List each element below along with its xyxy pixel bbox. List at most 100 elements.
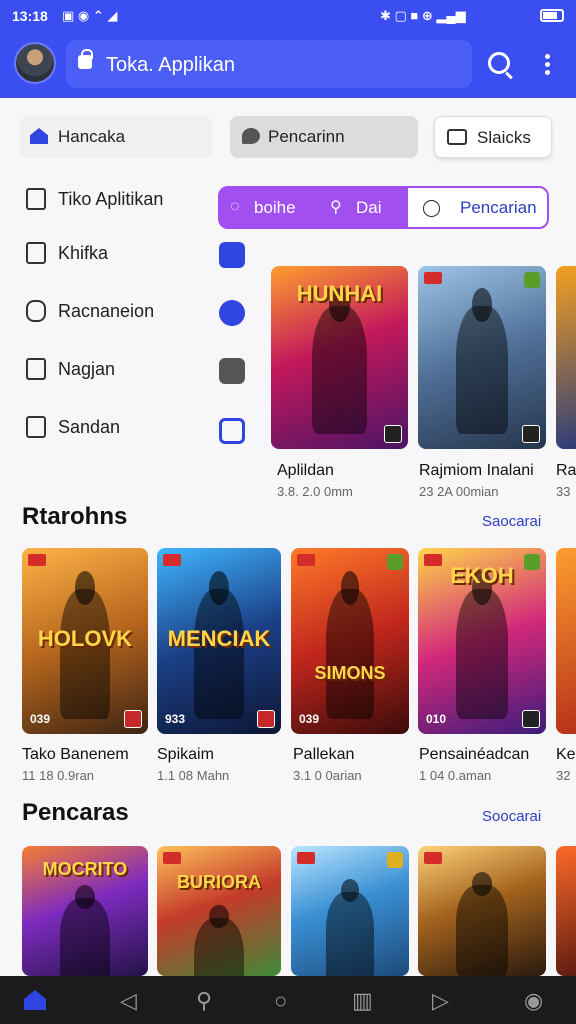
game-sub: 1 04 0.aman: [419, 768, 492, 783]
tag-icon: [26, 416, 46, 438]
game-title: Pensainéadcan: [419, 746, 530, 763]
play-icon[interactable]: ▷: [432, 988, 449, 1014]
status-bar: 13:18 ▣ ◉ ⌃ ◢ ✱ ▢ ■ ⊕ ▂▄▆: [0, 0, 576, 32]
game-card[interactable]: EKOH 010: [418, 548, 546, 734]
sidebar-item-label: Racnaneion: [58, 301, 155, 321]
library-icon[interactable]: ▥: [352, 988, 373, 1014]
home-icon[interactable]: [24, 990, 46, 1010]
game-card[interactable]: [291, 846, 409, 976]
featured-card[interactable]: HUNHAI: [271, 266, 408, 449]
game-logo: HOLOVK: [37, 626, 133, 652]
game-card[interactable]: MOCRITO: [22, 846, 148, 976]
game-art: [312, 288, 367, 435]
window-icon: [447, 129, 467, 145]
section-title: Rtarohns: [22, 503, 128, 530]
battery-icon: [540, 9, 564, 22]
square-icon: [26, 358, 46, 380]
badge-icon: [297, 852, 315, 864]
search-icon[interactable]: [488, 52, 510, 74]
sidebar-item-label: Nagjan: [58, 359, 116, 379]
game-logo: MENCIAK: [167, 626, 271, 652]
person-icon: ⚲: [330, 199, 342, 216]
chat-icon: ◯: [422, 198, 442, 217]
chat-bubble-icon[interactable]: [219, 242, 245, 268]
share-icon[interactable]: [219, 418, 245, 444]
badge-icon: [163, 554, 181, 566]
see-more-link[interactable]: Saocarai: [482, 513, 541, 530]
open-icon: [384, 425, 402, 443]
search-icon[interactable]: ⚲: [196, 988, 212, 1014]
chip-label: Hancaka: [58, 127, 126, 146]
game-art: [456, 570, 508, 720]
game-card[interactable]: [556, 846, 576, 976]
share-icon: [26, 242, 46, 264]
game-logo: SIMONS: [314, 663, 386, 684]
see-more-link[interactable]: Soocarai: [482, 808, 541, 825]
back-icon[interactable]: ◁: [120, 988, 137, 1014]
game-art: [194, 570, 244, 720]
game-sub: 3.1 0 0arian: [293, 768, 362, 783]
game-title: Spikaim: [157, 746, 214, 763]
card-number: 039: [30, 712, 51, 726]
tab-pencarian[interactable]: ◯ Pencarian: [408, 188, 547, 227]
featured-sub: 33: [556, 484, 571, 499]
search-bar[interactable]: Toka. Applikan: [66, 40, 472, 88]
notification-icon: ▣ ◉ ⌃ ◢: [62, 8, 118, 23]
game-card[interactable]: MENCIAK 933: [157, 548, 281, 734]
featured-card[interactable]: [556, 266, 576, 449]
game-art: [326, 570, 374, 720]
share-icon: [26, 188, 46, 210]
game-title: Tako Banenem: [22, 746, 129, 763]
game-logo: MOCRITO: [42, 859, 128, 879]
tab-dai[interactable]: Dai: [356, 188, 382, 227]
game-card[interactable]: BURIORA: [157, 846, 281, 976]
profile-icon[interactable]: ◉: [524, 988, 543, 1014]
game-art: [59, 885, 111, 976]
game-sub: 1.1 08 Mahn: [157, 768, 230, 783]
badge-icon: [387, 852, 403, 868]
game-sub: 11 18 0.9ran: [22, 768, 95, 783]
card-number: 010: [426, 712, 447, 726]
app-bar: Toka. Applikan: [0, 32, 576, 98]
game-logo: EKOH: [450, 562, 514, 588]
featured-title: Rajmiom Inalani: [419, 462, 534, 479]
game-card[interactable]: HOLOVK 039: [22, 548, 148, 734]
quote-icon[interactable]: [219, 358, 245, 384]
more-menu-icon[interactable]: [545, 54, 551, 78]
sidebar-item-label: Khifka: [58, 243, 109, 263]
featured-card[interactable]: [418, 266, 546, 449]
featured-title: Aplildan: [277, 462, 334, 479]
chip-label: Pencarinn: [268, 127, 345, 146]
status-time: 13:18: [12, 8, 48, 24]
game-art: [326, 878, 374, 976]
game-title: Pallekan: [293, 746, 355, 763]
badge-icon: [424, 272, 442, 284]
messages-icon[interactable]: [219, 300, 245, 326]
tab-boihe[interactable]: boihe: [254, 188, 296, 227]
badge-icon: [297, 554, 315, 566]
open-icon: [257, 710, 275, 728]
game-art: [194, 904, 244, 976]
featured-title: Ra: [556, 462, 576, 479]
game-card[interactable]: [556, 548, 576, 734]
game-art: [456, 872, 508, 976]
avatar[interactable]: [14, 42, 56, 84]
lock-icon: [78, 49, 93, 69]
bluetooth-icon: ✱ ▢ ■ ⊕ ▂▄▆: [380, 8, 466, 23]
game-logo: BURIORA: [176, 872, 261, 892]
game-logo: HUNHAI: [296, 280, 383, 306]
badge-icon: [163, 852, 181, 864]
game-art: [456, 288, 508, 435]
game-card[interactable]: SIMONS 039: [291, 548, 409, 734]
card-number: 039: [299, 712, 320, 726]
home-circle-icon[interactable]: ○: [274, 988, 287, 1014]
featured-sub: 3.8. 2.0 0mm: [277, 484, 353, 499]
game-title: Ke: [556, 746, 576, 763]
sidebar-item-label: Sandan: [58, 417, 121, 437]
chip-search[interactable]: Pencarinn: [230, 116, 418, 158]
chat-icon: [242, 128, 260, 144]
game-card[interactable]: [418, 846, 546, 976]
chip-clicks[interactable]: Slaicks: [434, 116, 552, 158]
chip-home[interactable]: Hancaka: [20, 116, 212, 158]
chat-icon: ◌: [230, 198, 240, 215]
